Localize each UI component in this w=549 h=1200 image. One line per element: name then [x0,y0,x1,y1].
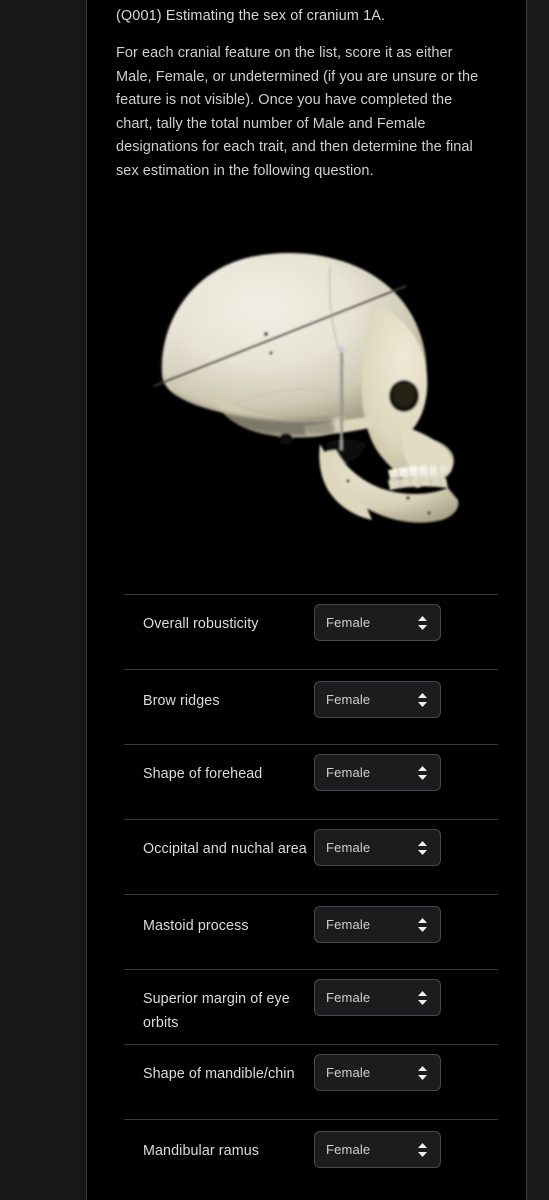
page-root: (Q001) Estimating the sex of cranium 1A.… [0,0,549,1200]
trait-select-cell: Female [310,820,441,866]
trait-label: Shape of forehead [143,766,263,782]
rod-tip [338,346,345,353]
trait-select-cell: Female [310,895,441,943]
trait-select-cell: Female [310,970,441,1016]
trait-select-shape-of-mandible-chin[interactable]: Female [314,1054,441,1091]
trait-list: Overall robusticity Female Brow ridges F… [124,594,498,1194]
chevron-updown-icon [413,1062,431,1084]
trait-select-value: Female [326,1065,371,1080]
chevron-updown-icon [413,689,431,711]
trait-select-shape-of-forehead[interactable]: Female [314,754,441,791]
trait-select-cell: Female [310,1120,441,1168]
trait-select-mandibular-ramus[interactable]: Female [314,1131,441,1168]
chevron-updown-icon [413,762,431,784]
trait-select-superior-margin-of-eye-orbits[interactable]: Female [314,979,441,1016]
trait-label: Occipital and nuchal area [143,841,307,857]
chevron-updown-icon [413,612,431,634]
chevron-updown-icon [413,987,431,1009]
trait-select-mastoid-process[interactable]: Female [314,906,441,943]
content-inner: (Q001) Estimating the sex of cranium 1A.… [116,0,498,1200]
cranium-photo [116,207,498,581]
trait-label: Shape of mandible/chin [143,1066,295,1082]
chevron-updown-icon [413,1139,431,1161]
trait-label: Brow ridges [143,693,220,709]
table-row: Superior margin of eye orbits Female [124,969,498,1044]
trait-select-value: Female [326,1142,371,1157]
table-row: Mandibular ramus Female [124,1119,498,1194]
trait-select-value: Female [326,765,371,780]
trait-label: Mandibular ramus [143,1143,260,1159]
trait-label: Superior margin of eye orbits [143,991,290,1031]
trait-select-value: Female [326,692,371,707]
left-gutter [0,0,86,1200]
trait-select-cell: Female [310,1045,441,1091]
trait-select-cell: Female [310,595,441,641]
trait-select-cell: Female [310,670,441,718]
content-panel: (Q001) Estimating the sex of cranium 1A.… [86,0,527,1200]
trait-select-brow-ridges[interactable]: Female [314,681,441,718]
chevron-updown-icon [413,914,431,936]
table-row: Shape of forehead Female [124,744,498,819]
chevron-updown-icon [413,837,431,859]
trait-select-overall-robusticity[interactable]: Female [314,604,441,641]
trait-label: Mastoid process [143,918,249,934]
trait-select-occipital-and-nuchal-area[interactable]: Female [314,829,441,866]
measuring-rod [340,349,343,450]
table-row: Mastoid process Female [124,894,498,969]
trait-select-value: Female [326,840,371,855]
table-row: Occipital and nuchal area Female [124,819,498,894]
table-row: Shape of mandible/chin Female [124,1044,498,1119]
question-instructions: For each cranial feature on the list, sc… [116,45,479,179]
trait-select-value: Female [326,615,371,630]
table-row: Brow ridges Female [124,669,498,744]
trait-label: Overall robusticity [143,616,259,632]
trait-select-value: Female [326,917,371,932]
table-row: Overall robusticity Female [124,594,498,669]
cranium-photo-illustration [116,207,498,581]
right-gutter [527,0,549,1200]
trait-select-value: Female [326,990,371,1005]
question-id-label: (Q001) Estimating the sex of cranium 1A. [116,8,386,24]
trait-select-cell: Female [310,745,441,791]
